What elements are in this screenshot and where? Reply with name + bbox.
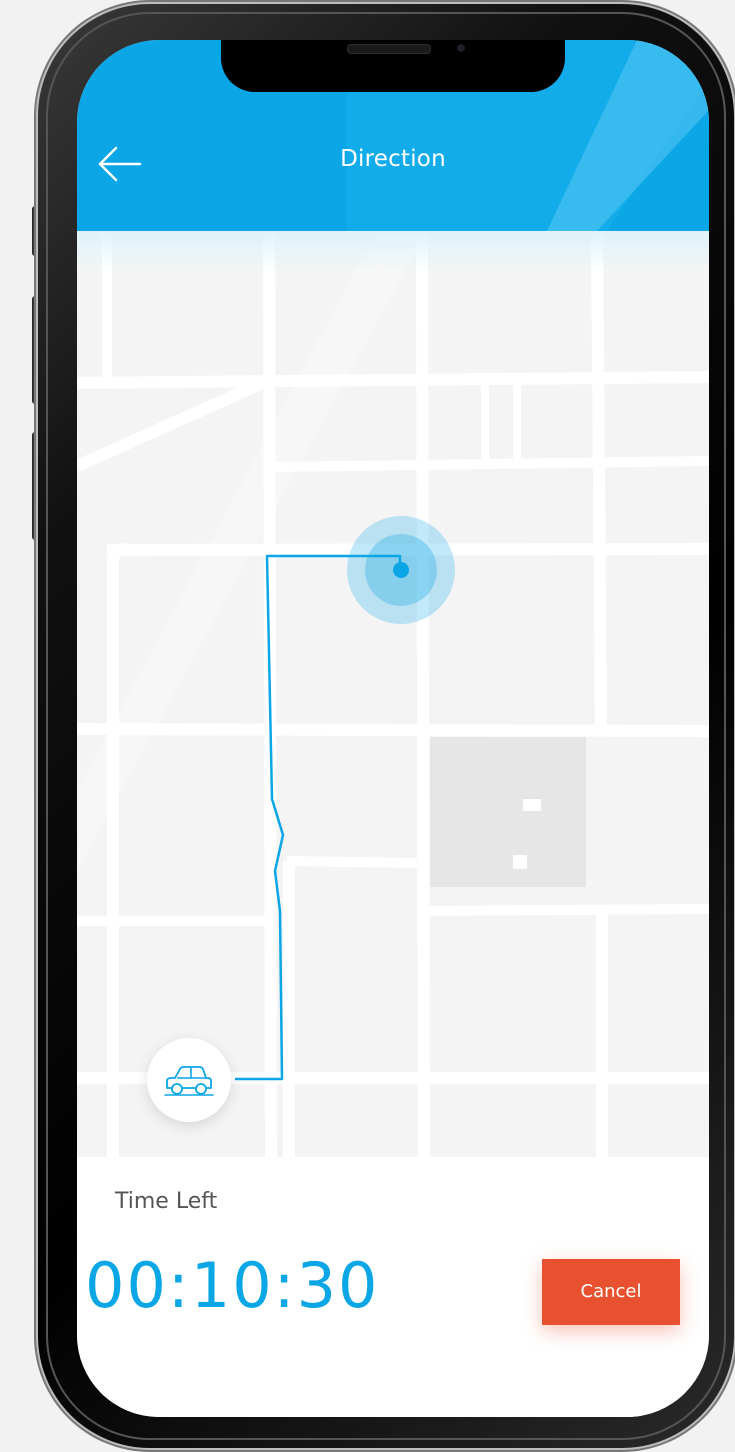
- speaker-grille: [347, 44, 431, 54]
- countdown-timer: 00:10:30: [85, 1249, 380, 1322]
- home-indicator[interactable]: [268, 1397, 518, 1403]
- phone-notch: [221, 40, 565, 92]
- route-map[interactable]: [77, 231, 709, 1157]
- building-window: [513, 855, 527, 869]
- cancel-button[interactable]: Cancel: [542, 1259, 680, 1325]
- page-title: Direction: [340, 146, 446, 172]
- car-icon: [164, 1066, 214, 1096]
- building-window: [523, 799, 541, 811]
- map-top-fade: [77, 231, 709, 271]
- stage: Direction Time Left 00:10:30 Cancel: [0, 0, 735, 1452]
- vehicle-marker[interactable]: [147, 1038, 231, 1122]
- trip-panel: Time Left 00:10:30 Cancel: [77, 1157, 709, 1417]
- building-block: [430, 737, 586, 887]
- phone-screen: Direction Time Left 00:10:30 Cancel: [77, 40, 709, 1417]
- front-camera: [457, 44, 465, 52]
- time-left-label: Time Left: [115, 1189, 218, 1214]
- location-pulse-icon[interactable]: [347, 516, 455, 624]
